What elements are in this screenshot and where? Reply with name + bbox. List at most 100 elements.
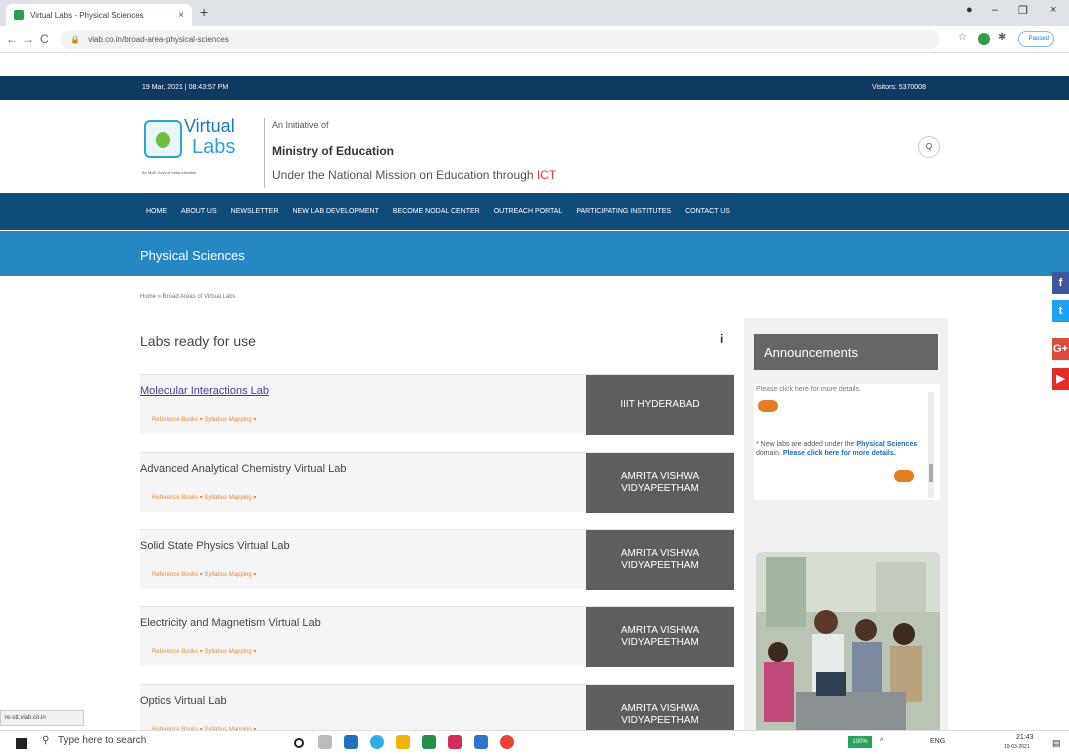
breadcrumb[interactable]: Home » Broad Areas of Virtual Labs xyxy=(140,294,236,300)
flask-icon xyxy=(144,120,182,158)
info-icon[interactable]: i xyxy=(720,332,723,346)
hand-pointer-icon xyxy=(894,470,914,482)
favicon-icon xyxy=(14,10,24,20)
extension-icon[interactable] xyxy=(978,33,990,45)
youtube-icon[interactable]: ▶ xyxy=(1052,368,1069,390)
app-icon[interactable] xyxy=(422,735,436,749)
chrome-icon[interactable] xyxy=(500,735,514,749)
google-plus-icon[interactable]: G+ xyxy=(1052,338,1069,360)
logo-virtual: Virtual xyxy=(184,116,235,136)
announcement-link[interactable]: Please click here for more details. xyxy=(783,450,896,457)
browser-tabstrip: Virtual Labs - Physical Sciences × + ● –… xyxy=(0,0,1069,26)
file-explorer-icon[interactable] xyxy=(396,735,410,749)
announcement-mid: domain. xyxy=(756,450,783,457)
language-indicator[interactable]: ENG xyxy=(930,738,945,745)
lab-institute[interactable]: AMRITA VISHWA VIDYAPEETHAM xyxy=(586,530,734,590)
status-link: re-stt.vlab.co.in xyxy=(0,710,84,726)
ministry-name: Ministry of Education xyxy=(272,144,395,158)
lab-row: Electricity and Magnetism Virtual Lab Re… xyxy=(140,606,734,667)
announcements-scrollbar[interactable] xyxy=(928,392,934,498)
nav-contact-us[interactable]: CONTACT US xyxy=(685,208,730,215)
nav-newsletter[interactable]: NEWSLETTER xyxy=(231,208,279,215)
lab-title-link[interactable]: Optics Virtual Lab xyxy=(140,695,227,707)
announcement-line[interactable]: Please click here for more details. xyxy=(756,386,861,393)
announcements-title: Announcements xyxy=(754,334,938,370)
lab-institute[interactable]: AMRITA VISHWA VIDYAPEETHAM xyxy=(586,607,734,667)
logo-tagline: An MoE Govt of India Initiative xyxy=(142,170,196,175)
minimize-button[interactable]: – xyxy=(992,4,998,16)
bookmark-star-icon[interactable]: ☆ xyxy=(958,32,967,43)
profile-button[interactable]: Paused xyxy=(1018,31,1054,47)
tab-title: Virtual Labs - Physical Sciences xyxy=(30,10,144,20)
search-magnifier-icon: ⚲ xyxy=(42,735,50,746)
nav-about-us[interactable]: ABOUT US xyxy=(181,208,217,215)
battery-indicator[interactable]: 100% xyxy=(848,736,872,748)
edge-icon[interactable] xyxy=(370,735,384,749)
lab-row: Molecular Interactions Lab Reference Boo… xyxy=(140,374,734,435)
browser-tab[interactable]: Virtual Labs - Physical Sciences × xyxy=(6,4,192,26)
initiative-label: An Initiative of xyxy=(272,120,329,130)
store-icon[interactable] xyxy=(344,735,358,749)
lab-institute[interactable]: IIIT HYDERABAD xyxy=(586,375,734,435)
profile-label: Paused xyxy=(1028,36,1049,42)
lab-title-link[interactable]: Molecular Interactions Lab xyxy=(140,385,269,397)
windows-start-icon[interactable] xyxy=(16,738,27,749)
facebook-icon[interactable]: f xyxy=(1052,272,1069,294)
nav-home[interactable]: HOME xyxy=(146,208,167,215)
address-bar[interactable]: 🔒 vlab.co.in/broad-area-physical-science… xyxy=(60,30,940,49)
nav-become-nodal-center[interactable]: BECOME NODAL CENTER xyxy=(393,208,480,215)
lab-row: Solid State Physics Virtual Lab Referenc… xyxy=(140,529,734,590)
new-tab-button[interactable]: + xyxy=(200,4,208,20)
close-window-button[interactable]: × xyxy=(1050,4,1056,16)
site-header: Virtual Labs An MoE Govt of India Initia… xyxy=(0,100,1069,190)
announcement-item[interactable]: * New labs are added under the Physical … xyxy=(756,440,924,458)
mcafee-icon[interactable] xyxy=(448,735,462,749)
announcement-prefix: * New labs are added under the xyxy=(756,441,857,448)
twitter-icon[interactable]: t xyxy=(1052,300,1069,322)
lab-dropdowns[interactable]: Reference Books ▾ Syllabus Mapping ▾ xyxy=(152,416,256,423)
lab-row: Advanced Analytical Chemistry Virtual La… xyxy=(140,452,734,513)
maximize-button[interactable]: ❐ xyxy=(1018,4,1028,17)
back-button[interactable]: ← xyxy=(6,32,18,46)
mission-text: Under the National Mission on Education … xyxy=(272,168,556,182)
nav-new-lab-development[interactable]: NEW LAB DEVELOPMENT xyxy=(293,208,379,215)
mission-prefix: Under the National Mission on Education … xyxy=(272,168,537,182)
tray-arrow-icon[interactable]: ^ xyxy=(880,738,883,745)
lab-institute[interactable]: AMRITA VISHWA VIDYAPEETHAM xyxy=(586,453,734,513)
nav-participating-institutes[interactable]: PARTICIPATING INSTITUTES xyxy=(576,208,671,215)
search-icon[interactable]: Q xyxy=(918,136,940,158)
nav-outreach-portal[interactable]: OUTREACH PORTAL xyxy=(494,208,563,215)
taskbar-search-placeholder: Type here to search xyxy=(57,735,147,746)
lab-dropdowns[interactable]: Reference Books ▾ Syllabus Mapping ▾ xyxy=(152,571,256,578)
clock-date[interactable]: 19-03-2021 xyxy=(1004,744,1030,750)
taskbar-search[interactable]: ⚲ Type here to search xyxy=(42,735,146,746)
lab-title-link[interactable]: Solid State Physics Virtual Lab xyxy=(140,540,290,552)
main-nav: HOME ABOUT US NEWSLETTER NEW LAB DEVELOP… xyxy=(0,193,1069,230)
record-icon[interactable]: ● xyxy=(966,4,973,16)
forward-button[interactable]: → xyxy=(22,32,34,46)
lab-dropdowns[interactable]: Reference Books ▾ Syllabus Mapping ▾ xyxy=(152,648,256,655)
clock-time[interactable]: 21:43 xyxy=(1016,734,1034,741)
tab-close-icon[interactable]: × xyxy=(178,10,184,21)
lab-title-link[interactable]: Electricity and Magnetism Virtual Lab xyxy=(140,617,321,629)
cortana-icon[interactable] xyxy=(294,738,304,748)
virtual-labs-logo[interactable]: Virtual Labs An MoE Govt of India Initia… xyxy=(142,116,262,180)
browser-toolbar: ← → C 🔒 vlab.co.in/broad-area-physical-s… xyxy=(0,26,1069,53)
task-view-icon[interactable] xyxy=(318,735,332,749)
mission-ict: ICT xyxy=(536,168,557,182)
lab-dropdowns[interactable]: Reference Books ▾ Syllabus Mapping ▾ xyxy=(152,494,256,501)
lab-photo xyxy=(756,552,940,736)
lock-icon: 🔒 xyxy=(70,35,80,44)
reload-button[interactable]: C xyxy=(40,32,49,46)
logo-labs: Labs xyxy=(192,136,236,158)
datetime: 19 Mar, 2021 | 08:43:57 PM xyxy=(142,84,229,91)
page-title: Physical Sciences xyxy=(0,231,1069,276)
header-divider xyxy=(264,118,265,188)
announcements-list[interactable]: Please click here for more details. * Ne… xyxy=(754,384,940,500)
notification-icon[interactable]: ▤ xyxy=(1052,738,1061,749)
announcement-area: Physical Sciences xyxy=(856,441,918,448)
site-topbar: 19 Mar, 2021 | 08:43:57 PM Visitors: 537… xyxy=(0,76,1069,100)
extensions-puzzle-icon[interactable]: ✱ xyxy=(998,32,1006,43)
lab-title-link[interactable]: Advanced Analytical Chemistry Virtual La… xyxy=(140,463,346,475)
mail-icon[interactable] xyxy=(474,735,488,749)
